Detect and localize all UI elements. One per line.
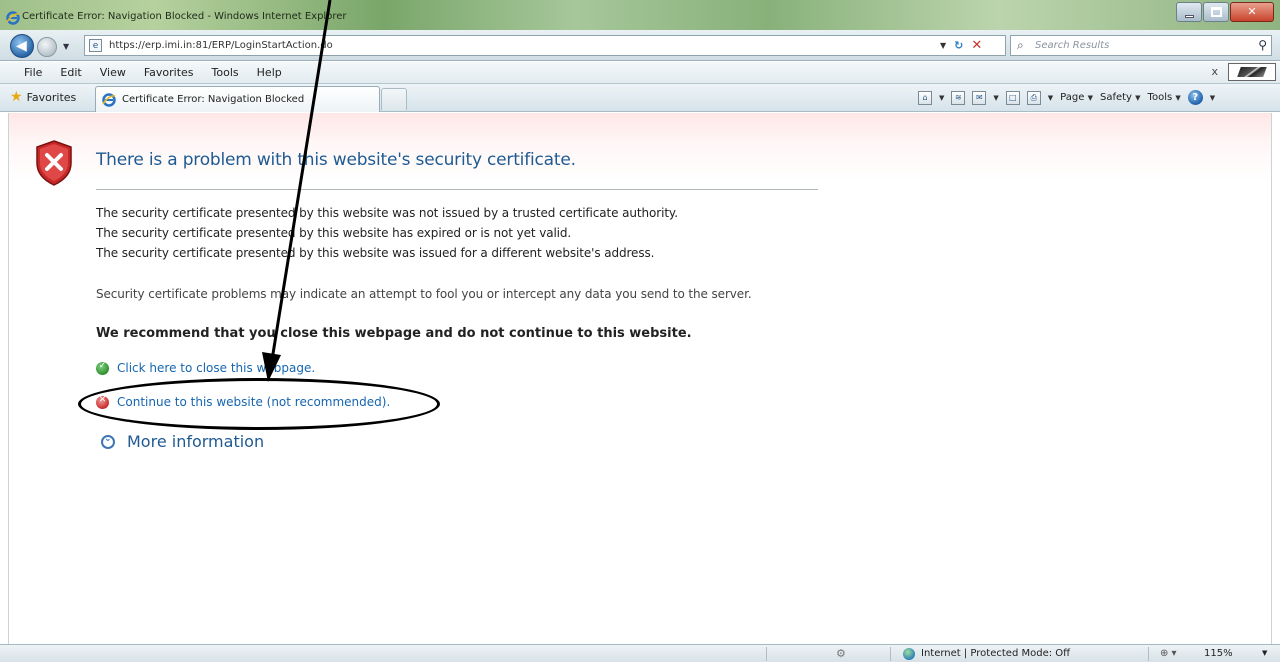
annotation-arrow xyxy=(262,0,332,382)
globe-icon xyxy=(903,648,915,660)
status-bar: ⚙ Internet | Protected Mode: Off ⊕ ▾ 115… xyxy=(0,644,1280,662)
popup-blocker-icon[interactable]: ⚙ xyxy=(836,647,846,660)
status-divider xyxy=(766,647,767,661)
status-divider xyxy=(1148,647,1149,661)
ie-window: Certificate Error: Navigation Blocked - … xyxy=(0,0,1280,662)
status-divider xyxy=(890,647,891,661)
zoom-dropdown[interactable]: ▼ xyxy=(1262,649,1267,657)
protected-mode-icon[interactable]: ⊕ ▾ xyxy=(1160,648,1177,659)
zoom-level[interactable]: 115% xyxy=(1204,648,1233,659)
security-zone-status[interactable]: Internet | Protected Mode: Off xyxy=(921,648,1070,659)
